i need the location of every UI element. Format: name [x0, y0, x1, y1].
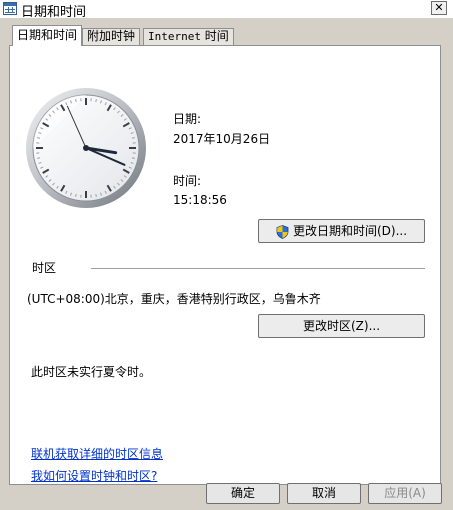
apply-button[interactable]: 应用(A)	[368, 483, 442, 504]
time-value: 15:18:56	[173, 193, 227, 207]
change-date-time-label: 更改日期和时间(D)...	[292, 224, 408, 238]
tab-date-time[interactable]: 日期和时间	[12, 25, 83, 46]
title-bar: 日期和时间 ✕	[0, 0, 453, 20]
dst-note: 此时区未实行夏令时。	[31, 365, 152, 379]
timezone-value: (UTC+08:00)北京，重庆，香港特别行政区，乌鲁木齐	[27, 292, 321, 306]
how-to-set-clock-link[interactable]: 我如何设置时钟和时区?	[31, 467, 157, 484]
clock-minute-tick	[36, 137, 41, 139]
date-label: 日期:	[173, 112, 202, 126]
clock-minute-tick	[75, 193, 77, 198]
calendar-clock-icon	[3, 2, 17, 15]
ok-button[interactable]: 确定	[206, 483, 280, 504]
clock-minute-tick	[95, 193, 97, 198]
clock-minute-tick	[131, 157, 136, 159]
clock-minute-tick	[95, 98, 97, 103]
tab-internet-time-prefix: Internet	[148, 30, 201, 43]
tab-panel-date-time: 日期: 2017年10月26日 时间: 15:18:56 更改日期和时间(D).…	[9, 45, 441, 485]
analog-clock	[26, 88, 146, 208]
tab-internet-time-suffix: 时间	[200, 29, 229, 43]
tab-internet-time[interactable]: Internet 时间	[143, 28, 234, 45]
clock-minute-tick	[131, 137, 136, 139]
timezone-divider	[91, 268, 425, 269]
clock-minute-tick	[36, 157, 41, 159]
tab-additional-clocks[interactable]: 附加时钟	[82, 28, 141, 45]
change-timezone-button[interactable]: 更改时区(Z)...	[258, 314, 425, 338]
cancel-button[interactable]: 取消	[287, 483, 361, 504]
change-date-time-button[interactable]: 更改日期和时间(D)...	[258, 219, 425, 243]
clock-pivot	[83, 145, 89, 151]
online-timezone-info-link[interactable]: 联机获取详细的时区信息	[31, 445, 163, 462]
dialog-body: 日期和时间 附加时钟 Internet 时间 日期: 2017年10月26日 时…	[0, 18, 453, 510]
date-value: 2017年10月26日	[173, 132, 271, 146]
uac-shield-icon	[276, 224, 289, 239]
clock-minute-tick	[75, 98, 77, 103]
close-button[interactable]: ✕	[431, 1, 447, 15]
timezone-section-label: 时区	[32, 261, 57, 275]
time-label: 时间:	[173, 174, 202, 188]
